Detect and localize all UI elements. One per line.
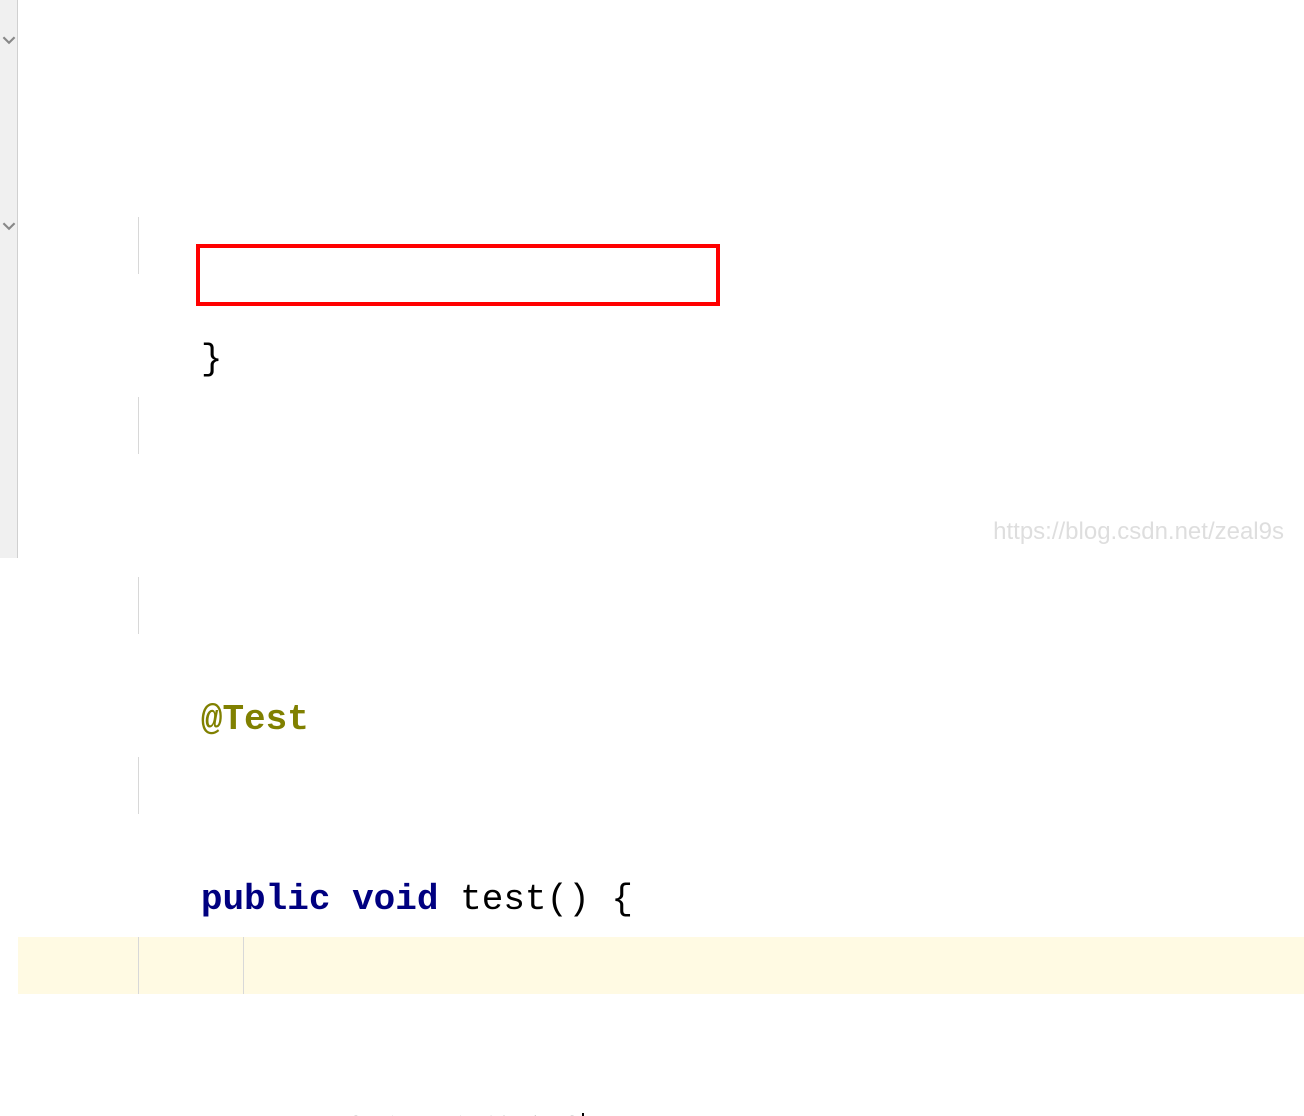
code-line[interactable]: } [18,217,1304,274]
editor-gutter [0,0,18,558]
fold-marker-icon[interactable] [0,28,18,52]
watermark-text: https://blog.csdn.net/zeal9s [993,518,1284,546]
fold-marker-icon[interactable] [0,214,18,238]
code-line[interactable]: public void test() { [18,757,1304,814]
code-line-blank[interactable] [18,397,1304,454]
code-line[interactable]: @Test [18,577,1304,634]
method-signature: public void test() { [114,879,633,920]
code-line-active[interactable]: //查询所有的学生 [18,937,1304,994]
brace-close: } [114,339,222,380]
code-editor[interactable]: } @Test public void test() { //查询所有的学生 L… [18,0,1304,1116]
text-cursor [582,1113,584,1116]
annotation-test: @Test [114,699,308,740]
